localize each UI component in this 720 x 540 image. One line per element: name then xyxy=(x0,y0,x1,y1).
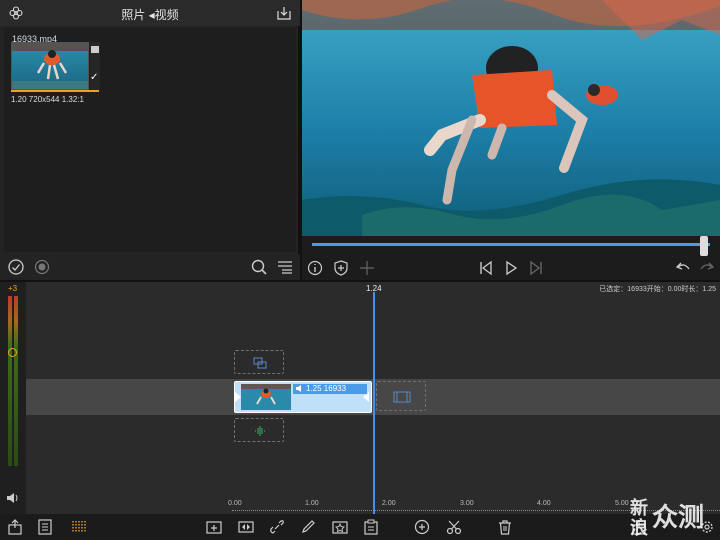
checkmark-icon: ✓ xyxy=(90,72,99,83)
transition-icon[interactable] xyxy=(237,518,255,536)
svg-text:浪: 浪 xyxy=(630,517,648,539)
overlay-icon xyxy=(253,357,267,369)
playhead[interactable] xyxy=(373,292,375,514)
ruler-tick: 2.00 xyxy=(382,500,396,507)
timeline-panel: +3 1.24 已选定：16933开始：0.00时长：1.25 1.25 169… xyxy=(0,282,720,514)
preview-panel xyxy=(302,0,720,280)
scissors-icon[interactable] xyxy=(445,518,463,536)
audio-level-meter: +3 xyxy=(0,282,26,514)
speaker-icon[interactable] xyxy=(6,492,20,504)
overlay-track-drop[interactable] xyxy=(234,350,284,374)
ruler-tick: 3.00 xyxy=(460,500,474,507)
shield-icon[interactable] xyxy=(332,259,350,277)
volume-knob[interactable] xyxy=(8,348,17,357)
move-icon[interactable] xyxy=(358,259,376,277)
clip-meta: 1.20 720x544 1.32:1 xyxy=(11,95,84,104)
checkmark-circle-icon[interactable] xyxy=(7,258,25,276)
meter-label: +3 xyxy=(8,284,18,293)
clip-thumbnail-strip xyxy=(241,384,291,410)
preview-toolbar xyxy=(302,256,720,280)
bottom-toolbar xyxy=(0,514,720,540)
list-options-icon[interactable] xyxy=(276,258,294,276)
svg-text:新: 新 xyxy=(630,497,648,519)
svg-text:众测: 众测 xyxy=(652,503,704,533)
media-grid: 16933.mp4 ✓ 1.20 720x544 1.32:1 xyxy=(4,28,296,252)
time-ruler[interactable]: 0.00 1.00 2.00 3.00 4.00 5.00 xyxy=(26,496,720,514)
favorite-icon[interactable] xyxy=(331,518,349,536)
clip-trim-right-handle[interactable] xyxy=(363,392,369,402)
clipboard-icon[interactable] xyxy=(362,518,380,536)
clip-label: 1.25 16933 xyxy=(293,384,367,394)
waveform-icon xyxy=(255,426,265,436)
clip-audio-icon xyxy=(296,385,301,393)
ruler-tick: 1.00 xyxy=(305,500,319,507)
pen-icon[interactable] xyxy=(299,518,317,536)
meter-bar-left xyxy=(8,296,12,466)
trash-icon[interactable] xyxy=(496,518,514,536)
clip-type-icon xyxy=(91,46,99,53)
watermark-logo: 新 浪 众测 xyxy=(630,497,704,539)
clip-label-text: 1.25 16933 xyxy=(306,384,347,393)
audio-track-drop[interactable] xyxy=(234,418,284,442)
link-icon[interactable] xyxy=(268,518,286,536)
list-icon[interactable] xyxy=(36,518,54,536)
undo-icon[interactable] xyxy=(674,259,692,277)
play-icon[interactable] xyxy=(502,259,520,277)
ruler-tick: 5.00 xyxy=(615,500,629,507)
clip-selection-bar xyxy=(11,90,99,92)
add-clip-icon[interactable] xyxy=(205,518,223,536)
meter-bar-right xyxy=(14,296,18,466)
record-icon[interactable] xyxy=(33,258,51,276)
video-preview[interactable] xyxy=(302,0,720,236)
next-clip-drop[interactable] xyxy=(376,381,426,411)
timeline-clip[interactable]: 1.25 16933 xyxy=(234,381,372,413)
skip-back-icon[interactable] xyxy=(477,259,495,277)
film-icon xyxy=(393,391,411,403)
media-browser-panel: 照片 ◂视频 16933.mp4 ✓ 1.20 720x544 1.32:1 xyxy=(0,0,300,280)
clip-thumbnail[interactable] xyxy=(11,42,89,90)
redo-icon[interactable] xyxy=(698,259,716,277)
skip-forward-icon[interactable] xyxy=(527,259,545,277)
browser-toolbar xyxy=(0,254,300,280)
ruler-tick: 0.00 xyxy=(228,500,242,507)
scrub-bar[interactable] xyxy=(312,243,710,246)
plus-circle-icon[interactable] xyxy=(413,518,431,536)
import-icon[interactable] xyxy=(276,5,292,21)
browser-title[interactable]: 照片 ◂视频 xyxy=(0,6,300,23)
selection-info: 已选定：16933开始：0.00时长：1.25 xyxy=(599,286,716,293)
browser-header: 照片 ◂视频 xyxy=(0,0,300,26)
info-icon[interactable] xyxy=(306,259,324,277)
audio-meter-icon[interactable] xyxy=(70,518,88,536)
ruler-tick: 4.00 xyxy=(537,500,551,507)
export-icon[interactable] xyxy=(6,518,24,536)
scrub-handle[interactable] xyxy=(700,236,708,256)
clip-side-strip: ✓ xyxy=(90,42,100,90)
search-zoom-icon[interactable] xyxy=(250,258,268,276)
